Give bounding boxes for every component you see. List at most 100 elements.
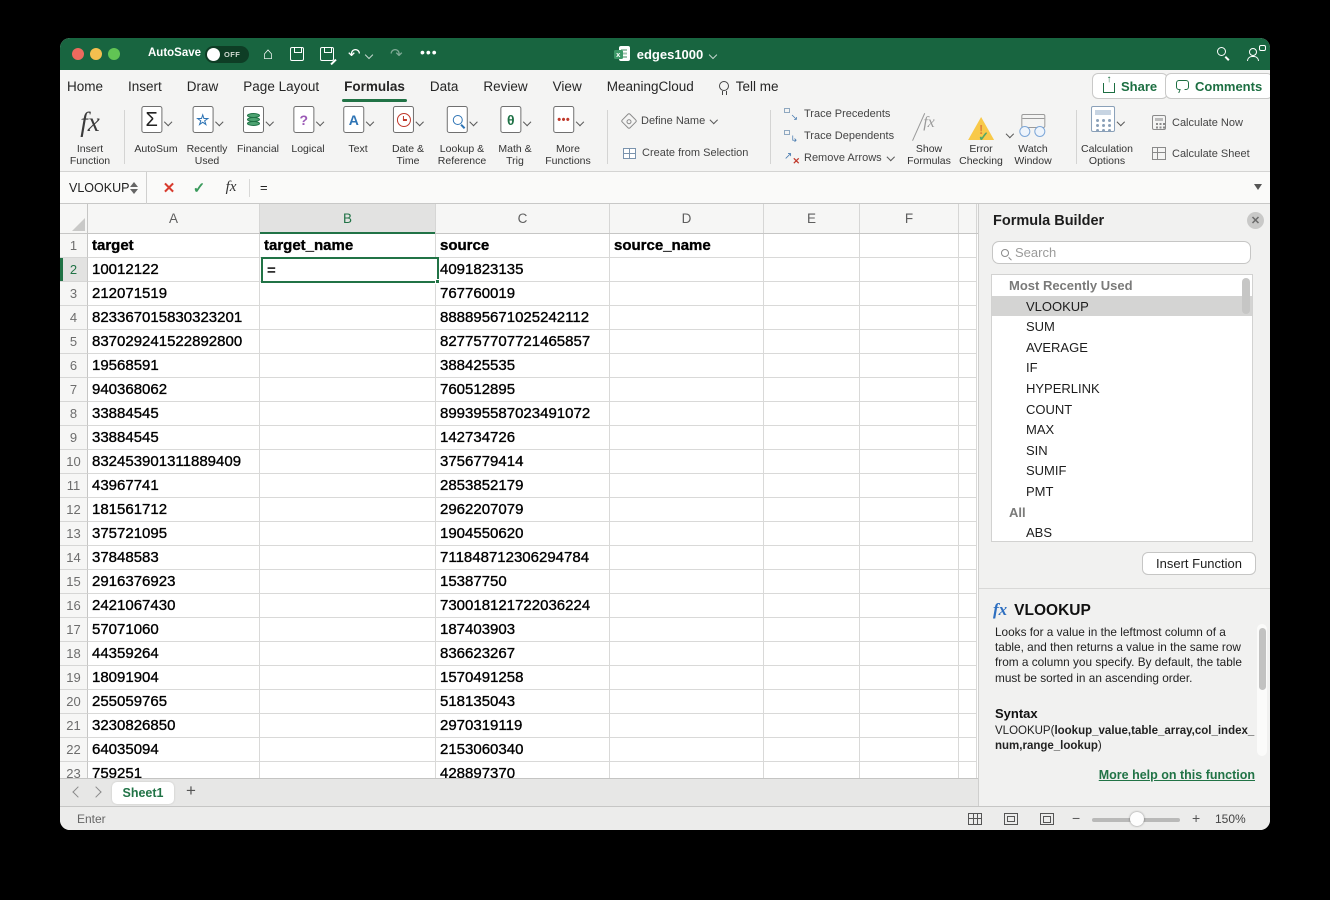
- cell-B1[interactable]: target_name: [260, 234, 436, 258]
- share-people-icon[interactable]: [1248, 45, 1266, 61]
- cell-E5[interactable]: [764, 330, 860, 354]
- cell-A16[interactable]: 2421067430: [88, 594, 260, 618]
- cell-g22[interactable]: [959, 738, 977, 762]
- row-header-14[interactable]: 14: [60, 546, 88, 570]
- cell-F17[interactable]: [860, 618, 959, 642]
- column-header-F[interactable]: F: [860, 204, 959, 233]
- cell-F16[interactable]: [860, 594, 959, 618]
- fill-handle[interactable]: [435, 279, 440, 284]
- cell-C11[interactable]: 2853852179: [436, 474, 610, 498]
- cell-B21[interactable]: [260, 714, 436, 738]
- cell-F19[interactable]: [860, 666, 959, 690]
- previous-sheet-icon[interactable]: [72, 786, 83, 797]
- cell-A8[interactable]: 33884545: [88, 402, 260, 426]
- cell-C16[interactable]: 730018121722036224: [436, 594, 610, 618]
- cell-F13[interactable]: [860, 522, 959, 546]
- formula-input[interactable]: =: [260, 180, 268, 195]
- more-functions-button[interactable]: ••• More Functions: [545, 106, 591, 167]
- column-header-partial[interactable]: [959, 204, 977, 233]
- row-header-3[interactable]: 3: [60, 282, 88, 306]
- row-header-2[interactable]: 2: [60, 258, 88, 282]
- cell-D6[interactable]: [610, 354, 764, 378]
- cell-F18[interactable]: [860, 642, 959, 666]
- trace-dependents-button[interactable]: ↳Trace Dependents: [784, 130, 894, 142]
- tab-view[interactable]: View: [553, 79, 582, 94]
- cell-F7[interactable]: [860, 378, 959, 402]
- row-header-8[interactable]: 8: [60, 402, 88, 426]
- cell-C3[interactable]: 767760019: [436, 282, 610, 306]
- cell-C20[interactable]: 518135043: [436, 690, 610, 714]
- cell-D22[interactable]: [610, 738, 764, 762]
- remove-arrows-button[interactable]: ↗✕Remove Arrows: [784, 152, 893, 164]
- cell-A14[interactable]: 37848583: [88, 546, 260, 570]
- cell-B6[interactable]: [260, 354, 436, 378]
- cell-C5[interactable]: 827757707721465857: [436, 330, 610, 354]
- cell-A15[interactable]: 2916376923: [88, 570, 260, 594]
- cell-B20[interactable]: [260, 690, 436, 714]
- create-from-selection-button[interactable]: Create from Selection: [623, 147, 748, 159]
- cell-A6[interactable]: 19568591: [88, 354, 260, 378]
- cell-g21[interactable]: [959, 714, 977, 738]
- cell-D4[interactable]: [610, 306, 764, 330]
- cell-D7[interactable]: [610, 378, 764, 402]
- cell-C1[interactable]: source: [436, 234, 610, 258]
- cell-C23[interactable]: 428897370: [436, 762, 610, 778]
- define-name-button[interactable]: Define Name: [623, 115, 717, 127]
- calculate-now-button[interactable]: Calculate Now: [1152, 115, 1243, 130]
- formula-bar-expand-icon[interactable]: [1254, 184, 1262, 190]
- row-header-18[interactable]: 18: [60, 642, 88, 666]
- cell-E2[interactable]: [764, 258, 860, 282]
- cell-F8[interactable]: [860, 402, 959, 426]
- cell-g17[interactable]: [959, 618, 977, 642]
- active-cell-b2[interactable]: =: [261, 257, 439, 283]
- select-all-corner[interactable]: [60, 204, 88, 233]
- function-item-abs[interactable]: ABS: [992, 522, 1252, 542]
- cell-E22[interactable]: [764, 738, 860, 762]
- cell-D10[interactable]: [610, 450, 764, 474]
- row-header-12[interactable]: 12: [60, 498, 88, 522]
- page-break-view-icon[interactable]: [1040, 813, 1054, 825]
- zoom-out-button[interactable]: −: [1072, 810, 1080, 826]
- cell-B13[interactable]: [260, 522, 436, 546]
- cell-g5[interactable]: [959, 330, 977, 354]
- autosum-button[interactable]: Σ AutoSum: [134, 106, 177, 155]
- cell-F5[interactable]: [860, 330, 959, 354]
- cell-E16[interactable]: [764, 594, 860, 618]
- insert-function-button[interactable]: fx Insert Function: [70, 106, 110, 167]
- zoom-percentage[interactable]: 150%: [1215, 812, 1246, 826]
- cell-g15[interactable]: [959, 570, 977, 594]
- cell-D18[interactable]: [610, 642, 764, 666]
- cell-E18[interactable]: [764, 642, 860, 666]
- cell-E19[interactable]: [764, 666, 860, 690]
- column-header-A[interactable]: A: [88, 204, 260, 233]
- cell-B16[interactable]: [260, 594, 436, 618]
- function-item-if[interactable]: IF: [992, 357, 1252, 378]
- cell-C2[interactable]: 4091823135: [436, 258, 610, 282]
- cell-g11[interactable]: [959, 474, 977, 498]
- next-sheet-icon[interactable]: [90, 786, 101, 797]
- tab-data[interactable]: Data: [430, 79, 459, 94]
- cell-C18[interactable]: 836623267: [436, 642, 610, 666]
- cell-E14[interactable]: [764, 546, 860, 570]
- cell-E7[interactable]: [764, 378, 860, 402]
- function-search-input[interactable]: [1015, 245, 1215, 260]
- cell-D20[interactable]: [610, 690, 764, 714]
- cell-g10[interactable]: [959, 450, 977, 474]
- cell-D17[interactable]: [610, 618, 764, 642]
- row-header-13[interactable]: 13: [60, 522, 88, 546]
- cell-A22[interactable]: 64035094: [88, 738, 260, 762]
- cell-E17[interactable]: [764, 618, 860, 642]
- row-header-6[interactable]: 6: [60, 354, 88, 378]
- tab-home[interactable]: Home: [67, 79, 103, 94]
- cell-g20[interactable]: [959, 690, 977, 714]
- cancel-entry-button[interactable]: ✕: [157, 179, 181, 197]
- cell-g3[interactable]: [959, 282, 977, 306]
- panel-close-icon[interactable]: ✕: [1247, 212, 1264, 229]
- cell-C14[interactable]: 711848712306294784: [436, 546, 610, 570]
- cell-F20[interactable]: [860, 690, 959, 714]
- cell-C21[interactable]: 2970319119: [436, 714, 610, 738]
- confirm-entry-button[interactable]: ✓: [187, 179, 211, 197]
- cell-A1[interactable]: target: [88, 234, 260, 258]
- cell-A23[interactable]: 759251: [88, 762, 260, 778]
- row-header-1[interactable]: 1: [60, 234, 88, 258]
